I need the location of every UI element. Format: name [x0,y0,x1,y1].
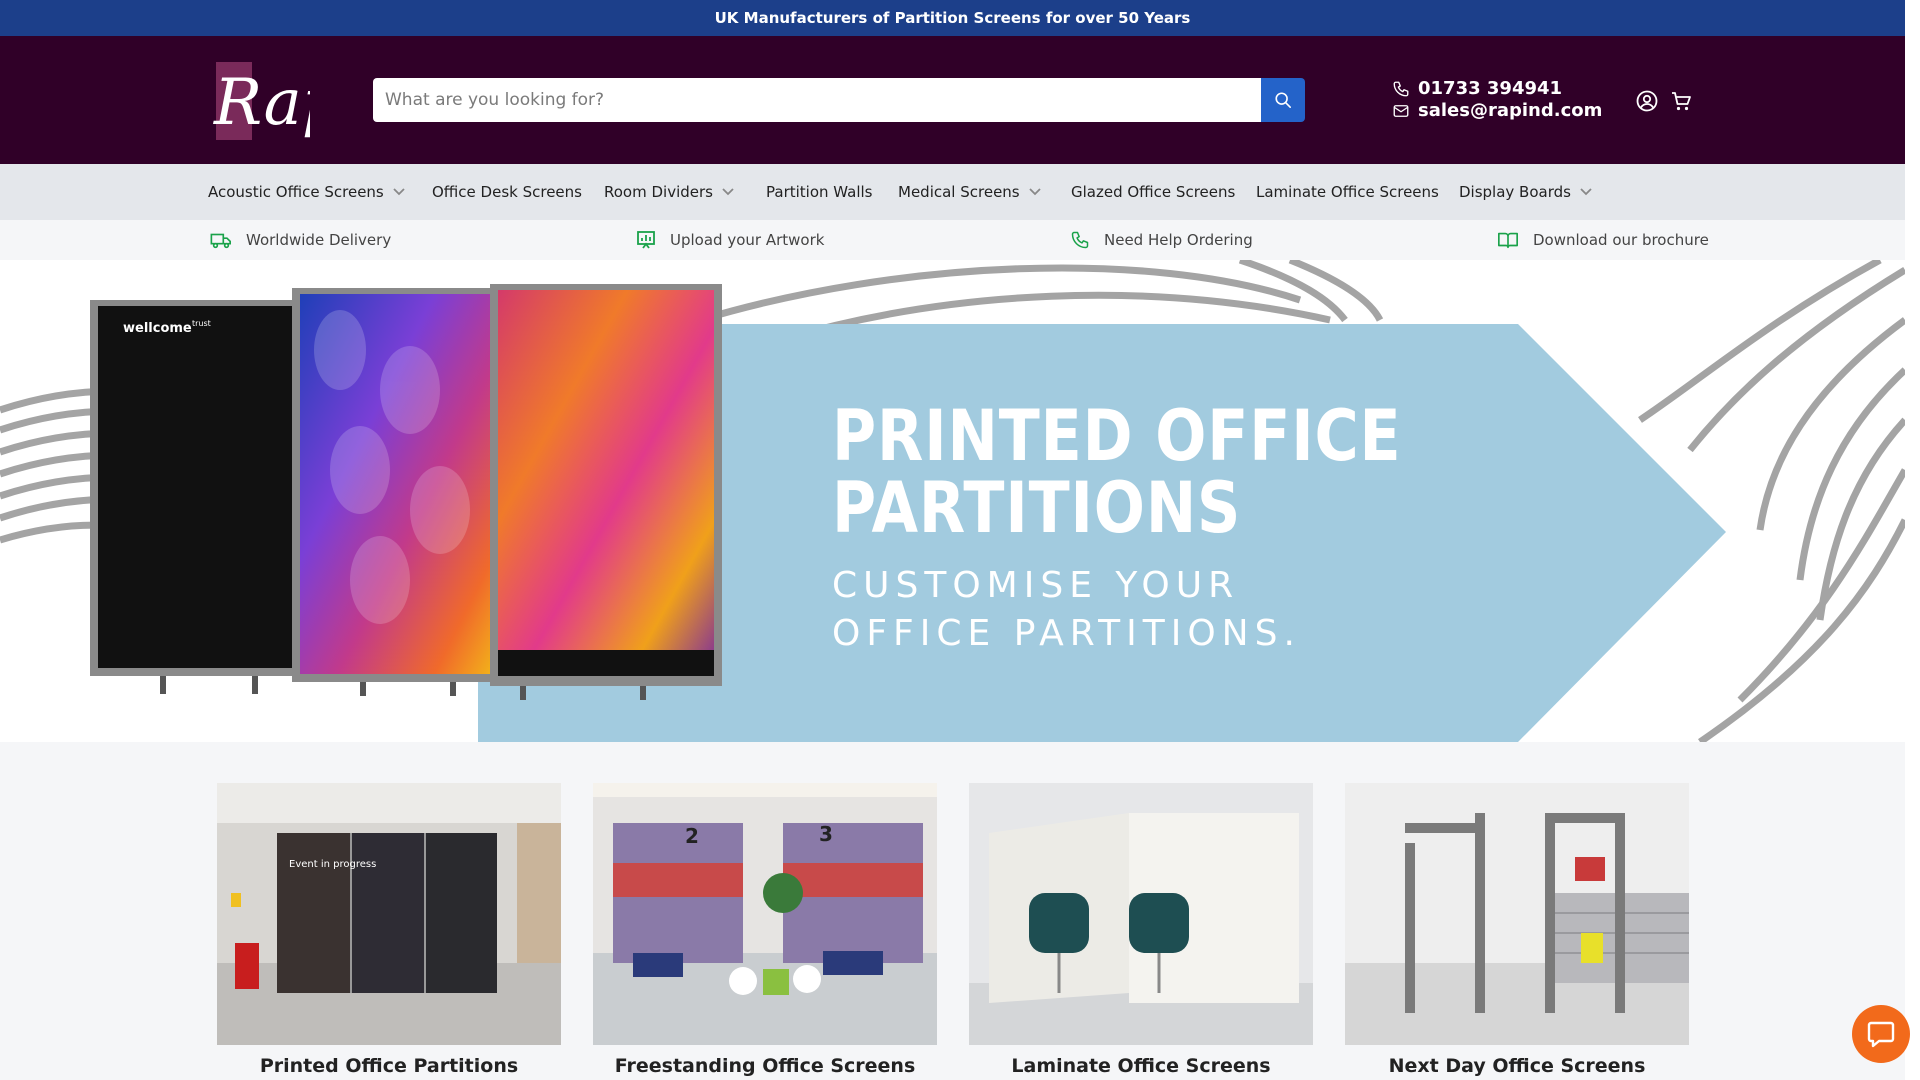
nav-glazed-office-screens[interactable]: Glazed Office Screens [1071,164,1235,220]
nav-label: Acoustic Office Screens [208,183,384,201]
hero-title-line1: PRINTED OFFICE [832,395,1402,477]
card-panel-text: Event in progress [289,859,376,870]
usp-download-brochure[interactable]: Download our brochure [1497,220,1709,260]
site-logo[interactable]: Rap [210,54,343,146]
chevron-down-icon [1028,188,1041,196]
email-address: sales@rapind.com [1418,100,1603,121]
account-icon [1636,90,1658,112]
category-card[interactable]: 2 3 Freestanding Office Screens [593,783,937,1077]
nav-label: Office Desk Screens [432,183,582,201]
card-number: 2 [685,824,699,848]
card-number: 3 [819,822,833,846]
phone-icon [1071,231,1089,249]
category-card[interactable]: Event in progress Printed Office Partiti… [217,783,561,1077]
nav-display-boards[interactable]: Display Boards [1459,164,1593,220]
phone-number: 01733 394941 [1418,78,1563,99]
usp-label: Download our brochure [1533,231,1709,249]
hero-banner[interactable]: wellcome trust PRINTED OFFICE PARTITIONS [0,260,1905,742]
nav-office-desk-screens[interactable]: Office Desk Screens [432,164,582,220]
card-title: Laminate Office Screens [1011,1055,1271,1077]
search-icon [1275,92,1292,109]
card-title: Next Day Office Screens [1388,1055,1646,1077]
usp-need-help[interactable]: Need Help Ordering [1070,220,1253,260]
cart-button[interactable] [1668,88,1694,114]
site-header: Rap 01733 394941 sales@rapind.com [0,36,1905,164]
card-title: Printed Office Partitions [259,1055,519,1077]
nav-label: Medical Screens [898,183,1020,201]
mail-icon [1393,105,1409,117]
phone-link[interactable]: 01733 394941 [1392,78,1602,100]
artwork-icon [637,231,655,249]
announcement-bar: UK Manufacturers of Partition Screens fo… [0,0,1905,36]
book-icon [1498,232,1518,249]
phone-icon [1393,81,1409,97]
panel-brand-text: wellcome [123,321,192,336]
logo-text: Rap [213,66,310,140]
usp-label: Upload your Artwork [670,231,825,249]
hero-text: PRINTED OFFICE PARTITIONS CUSTOMISE YOUR… [832,400,1494,658]
usp-worldwide-delivery[interactable]: Worldwide Delivery [210,220,391,260]
hero-subtitle-line2: OFFICE PARTITIONS. [832,613,1301,654]
nav-acoustic-office-screens[interactable]: Acoustic Office Screens [208,164,406,220]
hero-title-line2: PARTITIONS [832,467,1242,549]
nav-partition-walls[interactable]: Partition Walls [766,164,873,220]
hero-title: PRINTED OFFICE PARTITIONS [832,400,1402,544]
category-card[interactable]: Laminate Office Screens [969,783,1313,1077]
chevron-down-icon [1580,188,1592,196]
cart-icon [1672,92,1691,111]
card-image [1345,783,1689,1045]
panel-brand-suffix: trust [192,319,211,328]
nav-label: Room Dividers [604,183,713,201]
usp-label: Need Help Ordering [1104,231,1253,249]
contact-info: 01733 394941 sales@rapind.com [1392,78,1602,122]
usp-upload-artwork[interactable]: Upload your Artwork [636,220,824,260]
card-image: 2 3 [593,783,937,1045]
chevron-down-icon [722,188,734,196]
card-image: Event in progress [217,783,561,1045]
usp-bar: Worldwide Delivery Upload your Artwork N… [0,220,1905,260]
hero-subtitle-line1: CUSTOMISE YOUR [832,565,1240,606]
live-chat-button[interactable] [1852,1005,1910,1063]
nav-label: Display Boards [1459,183,1571,201]
nav-room-dividers[interactable]: Room Dividers [604,164,735,220]
card-image [969,783,1313,1045]
nav-laminate-office-screens[interactable]: Laminate Office Screens [1256,164,1439,220]
main-nav: Acoustic Office Screens Office Desk Scre… [0,164,1905,220]
announcement-text: UK Manufacturers of Partition Screens fo… [714,9,1191,27]
category-card[interactable]: Next Day Office Screens [1345,783,1689,1077]
chevron-down-icon [393,188,405,196]
nav-label: Laminate Office Screens [1256,183,1439,201]
chat-icon [1867,1021,1895,1048]
nav-medical-screens[interactable]: Medical Screens [898,164,1042,220]
account-button[interactable] [1634,88,1660,114]
search-input[interactable] [373,78,1261,122]
hero-subtitle: CUSTOMISE YOUR OFFICE PARTITIONS. [832,562,1494,658]
search-bar [373,78,1305,122]
scrollbar[interactable] [1905,0,1920,1080]
usp-label: Worldwide Delivery [246,231,392,249]
truck-icon [210,233,231,249]
search-button[interactable] [1261,78,1305,122]
nav-label: Partition Walls [766,183,873,201]
card-title: Freestanding Office Screens [614,1055,916,1077]
email-link[interactable]: sales@rapind.com [1392,100,1602,122]
nav-label: Glazed Office Screens [1071,183,1236,201]
